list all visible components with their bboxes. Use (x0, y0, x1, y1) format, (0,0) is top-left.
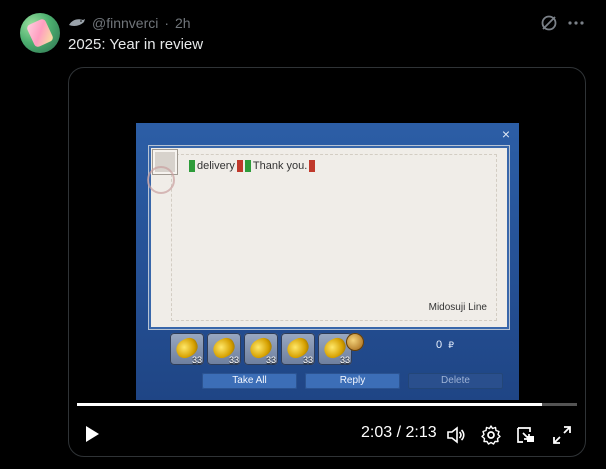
letter-actions: Take All Reply Delete (202, 373, 503, 389)
token-open-icon (244, 160, 251, 172)
token-close-icon (309, 160, 316, 172)
time-duration: 2:13 (405, 424, 437, 441)
token-close-icon (236, 160, 243, 172)
token-thanks: Thank you. (252, 160, 308, 172)
item-qty: 33 (302, 355, 313, 365)
letter-inner (171, 154, 497, 321)
token-delivery: delivery (197, 160, 235, 172)
attachment-item[interactable]: 33 (170, 333, 204, 365)
letter-signature: Midosuji Line (428, 302, 487, 313)
time-readout: 2:03 / 2:13 (361, 424, 437, 442)
avatar-figure (25, 17, 55, 49)
letter-message: delivery Thank you. (189, 160, 316, 172)
post-time[interactable]: 2h (175, 15, 191, 31)
fullscreen-icon[interactable] (551, 424, 573, 446)
delete-button: Delete (408, 373, 503, 389)
gear-icon[interactable] (480, 424, 502, 446)
progress-fill (77, 403, 542, 406)
attachment-items: 33 33 33 33 33 (170, 333, 352, 365)
post-header: @finnverci · 2h (68, 14, 191, 32)
close-icon[interactable]: × (499, 127, 513, 141)
pip-icon[interactable] (515, 424, 537, 446)
avatar[interactable] (20, 13, 60, 53)
volume-icon[interactable] (445, 424, 467, 446)
postmark-icon (147, 166, 175, 194)
shark-icon (68, 16, 86, 30)
time-elapsed: 2:03 (361, 424, 393, 441)
gil-unit: ₽ (448, 340, 454, 350)
meta-separator: · (164, 15, 170, 31)
time-divider: / (392, 424, 406, 441)
take-all-button[interactable]: Take All (202, 373, 297, 389)
coin-icon (346, 333, 364, 351)
item-qty: 33 (228, 355, 239, 365)
token-open-icon (189, 160, 195, 172)
video-player[interactable]: × delivery Thank you. Midosuji Line 33 3… (68, 67, 586, 457)
item-qty: 33 (339, 355, 350, 365)
attachment-item[interactable]: 33 (244, 333, 278, 365)
attachment-item[interactable]: 33 (281, 333, 315, 365)
item-qty: 33 (265, 355, 276, 365)
user-handle[interactable]: @finnverci (92, 15, 158, 31)
play-icon[interactable] (84, 425, 100, 443)
currency-amount: 0 ₽ (436, 339, 454, 351)
item-qty: 33 (191, 355, 202, 365)
game-screenshot: × delivery Thank you. Midosuji Line 33 3… (136, 123, 519, 400)
progress-bar[interactable] (77, 403, 577, 406)
attachment-item[interactable]: 33 (207, 333, 241, 365)
post-text: 2025: Year in review (68, 36, 204, 53)
reply-button[interactable]: Reply (305, 373, 400, 389)
grok-icon[interactable] (540, 14, 558, 32)
gil-value: 0 (436, 339, 443, 351)
more-icon[interactable] (566, 14, 586, 32)
letter-panel: delivery Thank you. Midosuji Line (147, 145, 510, 330)
